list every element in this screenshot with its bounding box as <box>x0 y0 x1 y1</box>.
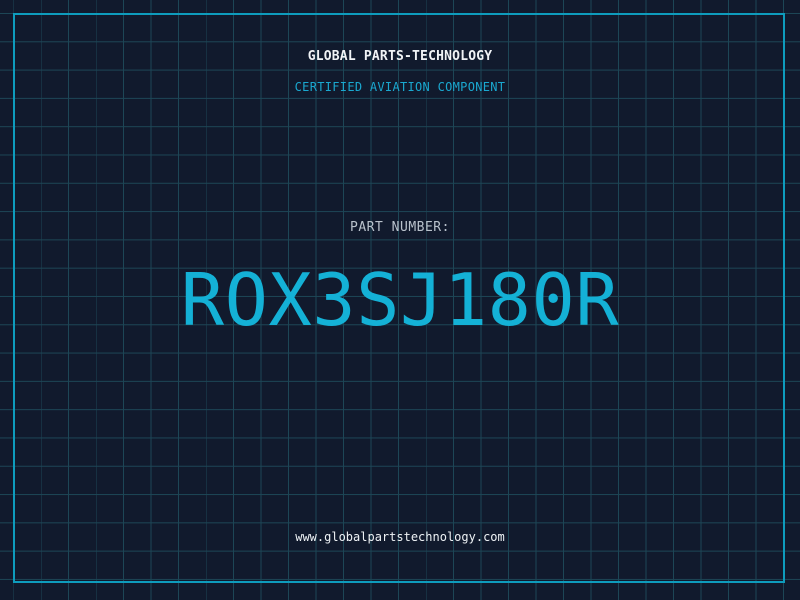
company-name: GLOBAL PARTS-TECHNOLOGY <box>307 49 493 64</box>
certification-subtitle: CERTIFIED AVIATION COMPONENT <box>294 80 506 94</box>
part-number-value: ROX3SJ180R <box>180 258 620 342</box>
part-number-label: PART NUMBER: <box>350 220 450 235</box>
website-url: www.globalpartstechnology.com <box>295 530 505 544</box>
